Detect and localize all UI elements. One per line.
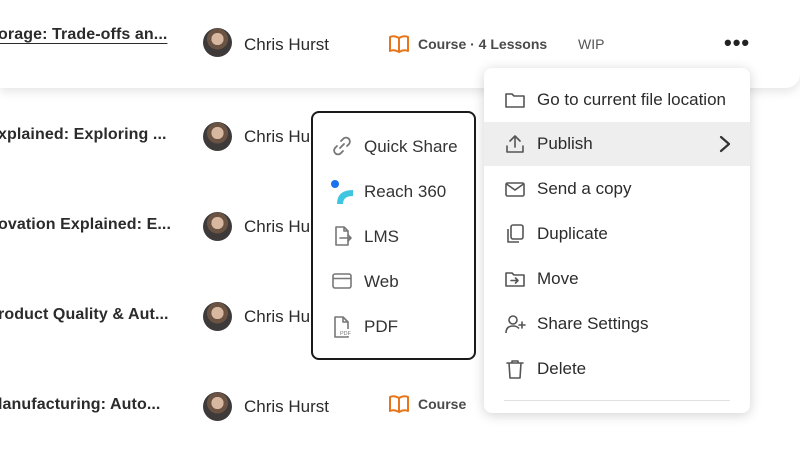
submenu-item-web[interactable]: Web	[313, 261, 474, 301]
submenu-item-label: Quick Share	[364, 137, 458, 156]
menu-item-move[interactable]: Move	[484, 257, 750, 301]
duplicate-icon	[504, 223, 526, 245]
reach-360-logo-icon	[331, 180, 353, 204]
course-title[interactable]: xplained: Exploring ...	[0, 126, 167, 144]
author-name: Chris Hu	[244, 307, 311, 326]
menu-item-delete[interactable]: Delete	[484, 347, 750, 391]
svg-text:PDF: PDF	[340, 331, 352, 337]
course-type-label: Course · 4 Lessons	[418, 36, 548, 52]
author-name: Chris Hurst	[244, 35, 330, 54]
course-title[interactable]: ovation Explained: E...	[0, 216, 171, 234]
course-title[interactable]: lanufacturing: Auto...	[0, 396, 160, 414]
avatar	[203, 302, 232, 331]
menu-item-label: Publish	[537, 134, 593, 153]
publish-submenu: Quick Share Reach 360 LMS Web PDF PDF	[311, 111, 476, 360]
submenu-item-lms[interactable]: LMS	[313, 216, 474, 256]
course-title[interactable]: roduct Quality & Aut...	[0, 306, 169, 324]
menu-item-share-settings[interactable]: Share Settings	[484, 302, 750, 346]
trash-icon	[504, 358, 526, 380]
course-type: Course · 4 Lessons	[388, 34, 547, 54]
menu-item-label: Move	[537, 269, 579, 288]
menu-divider	[504, 400, 730, 401]
lms-file-icon	[331, 225, 353, 247]
submenu-item-label: LMS	[364, 227, 399, 246]
course-type: Course	[388, 394, 466, 414]
book-icon	[388, 34, 410, 54]
book-icon	[388, 394, 410, 414]
context-menu: Go to current file location Publish Send…	[484, 68, 750, 413]
menu-item-label: Share Settings	[537, 314, 649, 333]
submenu-item-label: PDF	[364, 317, 398, 336]
link-icon	[331, 135, 353, 157]
submenu-item-pdf[interactable]: PDF PDF	[313, 306, 474, 346]
folder-icon	[504, 89, 526, 111]
avatar	[203, 212, 232, 241]
menu-item-publish[interactable]: Publish	[484, 122, 750, 166]
author-name: Chris Hu	[244, 217, 311, 236]
mail-icon	[504, 178, 526, 200]
menu-item-label: Duplicate	[537, 224, 608, 243]
avatar	[203, 392, 232, 421]
chevron-right-icon	[718, 133, 732, 155]
avatar	[203, 28, 232, 57]
move-icon	[504, 268, 526, 290]
menu-item-go-to-file-location[interactable]: Go to current file location	[484, 78, 750, 122]
pdf-file-icon: PDF	[331, 315, 353, 338]
course-type-label: Course	[418, 396, 467, 412]
submenu-item-quick-share[interactable]: Quick Share	[313, 126, 474, 166]
menu-item-send-a-copy[interactable]: Send a copy	[484, 167, 750, 211]
submenu-item-label: Reach 360	[364, 182, 447, 201]
submenu-item-label: Web	[364, 272, 399, 291]
menu-item-duplicate[interactable]: Duplicate	[484, 212, 750, 256]
author-name: Chris Hu	[244, 127, 311, 146]
course-title[interactable]: orage: Trade-offs an...	[0, 26, 167, 44]
more-options-button[interactable]: •••	[724, 30, 750, 56]
menu-item-label: Delete	[537, 359, 587, 378]
author-name: Chris Hurst	[244, 397, 330, 416]
menu-item-label: Go to current file location	[537, 90, 726, 109]
upload-icon	[504, 133, 526, 155]
avatar	[203, 122, 232, 151]
submenu-item-reach-360[interactable]: Reach 360	[313, 171, 474, 211]
add-user-icon	[504, 313, 526, 335]
browser-window-icon	[331, 270, 353, 292]
status-badge: WIP	[578, 36, 605, 52]
menu-item-label: Send a copy	[537, 179, 632, 198]
